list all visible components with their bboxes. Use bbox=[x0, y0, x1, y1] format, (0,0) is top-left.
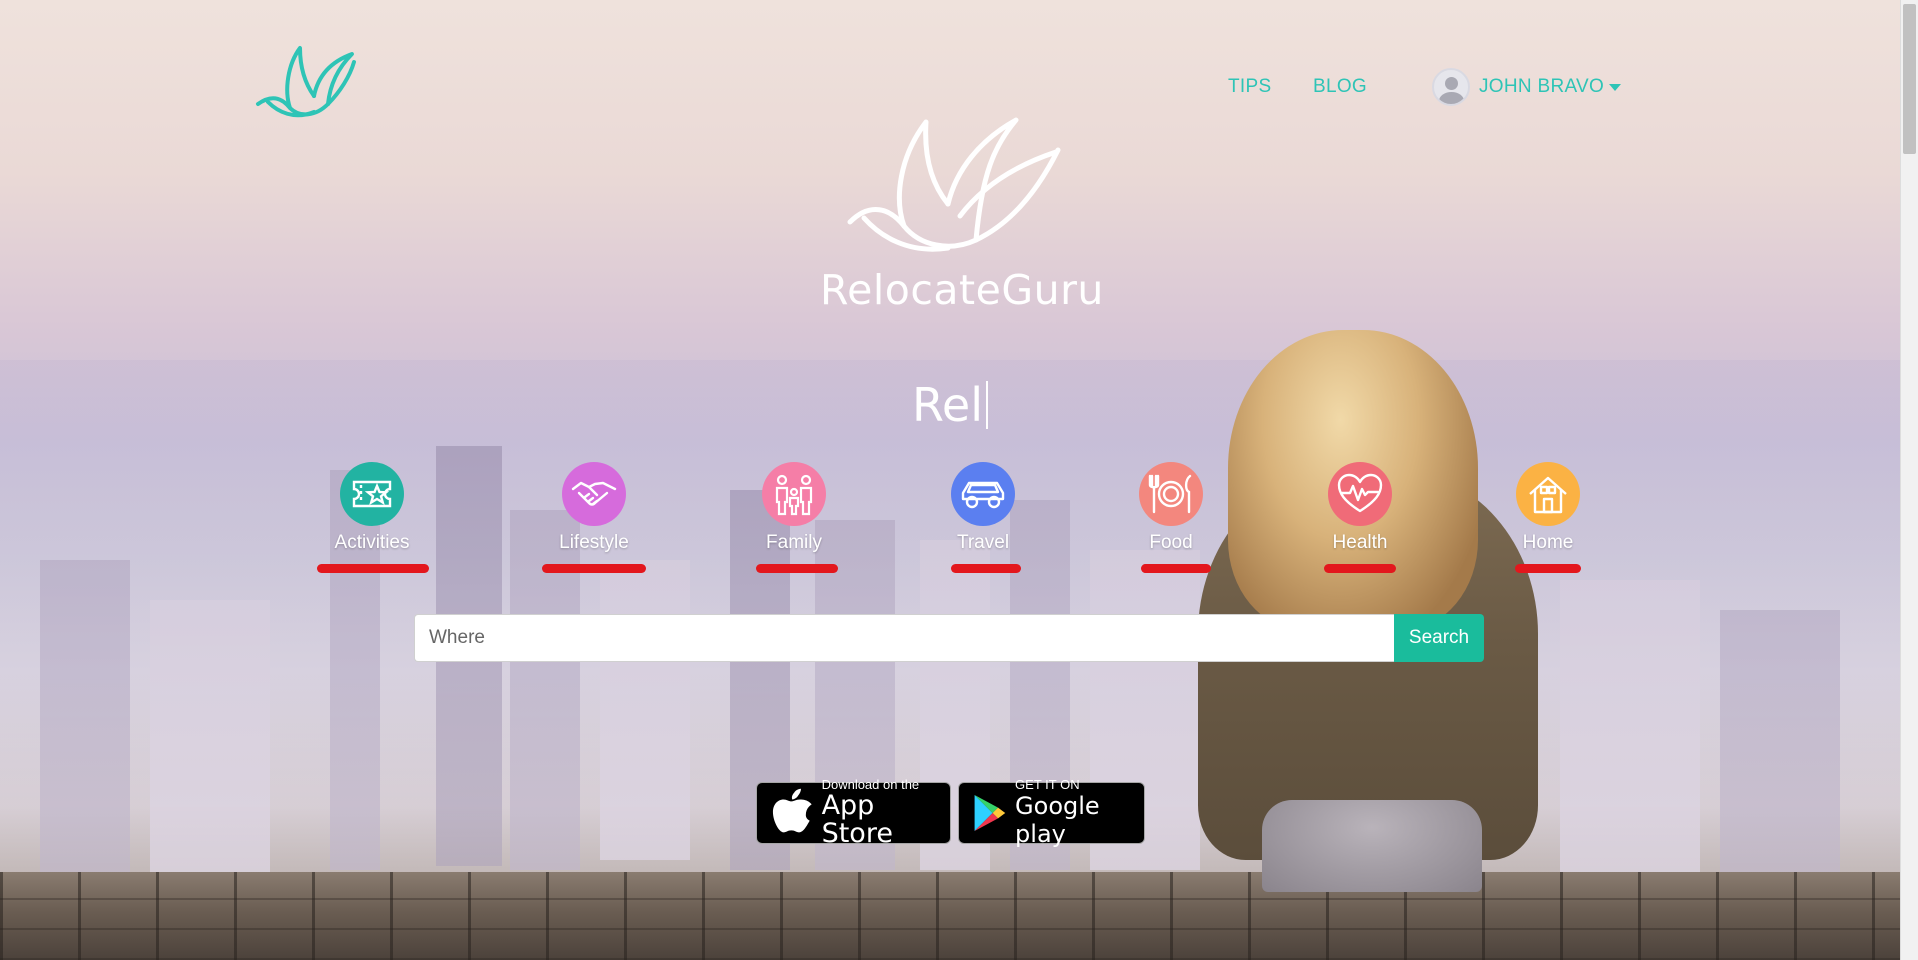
logo-bird-large-icon bbox=[847, 117, 1061, 252]
category-label[interactable]: Travel bbox=[923, 532, 1043, 554]
google-play-badge[interactable]: GET IT ON Google play bbox=[958, 778, 1145, 848]
car-icon[interactable] bbox=[951, 462, 1015, 526]
category-underline bbox=[951, 564, 1021, 573]
category-underline bbox=[1141, 564, 1211, 573]
text-cursor bbox=[985, 381, 988, 429]
avatar[interactable] bbox=[1432, 68, 1470, 106]
category-label[interactable]: Health bbox=[1300, 532, 1420, 554]
category-family[interactable]: Family bbox=[734, 462, 854, 573]
caret-down-icon[interactable] bbox=[1609, 83, 1622, 91]
heart-pulse-icon[interactable] bbox=[1328, 462, 1392, 526]
scrollbar-thumb[interactable] bbox=[1903, 4, 1916, 154]
category-travel[interactable]: Travel bbox=[923, 462, 1043, 573]
category-underline bbox=[1515, 564, 1581, 573]
app-store-badge[interactable]: Download on the App Store bbox=[756, 778, 951, 848]
apple-icon bbox=[772, 788, 812, 833]
plate-cutlery-icon[interactable] bbox=[1139, 462, 1203, 526]
family-icon[interactable] bbox=[762, 462, 826, 526]
category-food[interactable]: Food bbox=[1111, 462, 1231, 573]
house-icon[interactable] bbox=[1516, 462, 1580, 526]
ticket-star-icon[interactable] bbox=[340, 462, 404, 526]
category-underline bbox=[542, 564, 646, 573]
category-label[interactable]: Food bbox=[1111, 532, 1231, 554]
category-underline bbox=[756, 564, 838, 573]
category-label[interactable]: Activities bbox=[312, 532, 432, 554]
typed-headline-text: Rel bbox=[912, 378, 983, 432]
nav-link-blog[interactable]: BLOG bbox=[1313, 76, 1367, 98]
category-health[interactable]: Health bbox=[1300, 462, 1420, 573]
category-underline bbox=[1324, 564, 1396, 573]
user-menu[interactable]: JOHN BRAVO bbox=[1432, 68, 1622, 106]
category-lifestyle[interactable]: Lifestyle bbox=[534, 462, 654, 573]
typed-headline: Rel bbox=[880, 378, 1020, 432]
page-scrollbar[interactable] bbox=[1900, 0, 1918, 960]
google-play-large-text: Google play bbox=[1015, 792, 1100, 848]
category-label[interactable]: Home bbox=[1488, 532, 1608, 554]
search-bar: Search bbox=[414, 614, 1484, 662]
handshake-icon[interactable] bbox=[562, 462, 626, 526]
category-underline bbox=[317, 564, 429, 573]
brand-name: RelocateGuru bbox=[820, 266, 1104, 314]
category-label[interactable]: Lifestyle bbox=[534, 532, 654, 554]
category-home[interactable]: Home bbox=[1488, 462, 1608, 573]
app-store-large-text: App Store bbox=[821, 790, 893, 849]
search-button[interactable]: Search bbox=[1394, 614, 1484, 662]
category-label[interactable]: Family bbox=[734, 532, 854, 554]
logo-bird-icon[interactable] bbox=[254, 42, 358, 120]
nav-link-tips[interactable]: TIPS bbox=[1228, 76, 1271, 98]
where-search-input[interactable] bbox=[414, 614, 1394, 662]
user-name[interactable]: JOHN BRAVO bbox=[1479, 76, 1604, 98]
google-play-small-text: GET IT ON bbox=[1015, 777, 1080, 792]
category-activities[interactable]: Activities bbox=[312, 462, 432, 573]
google-play-icon bbox=[974, 794, 1006, 832]
